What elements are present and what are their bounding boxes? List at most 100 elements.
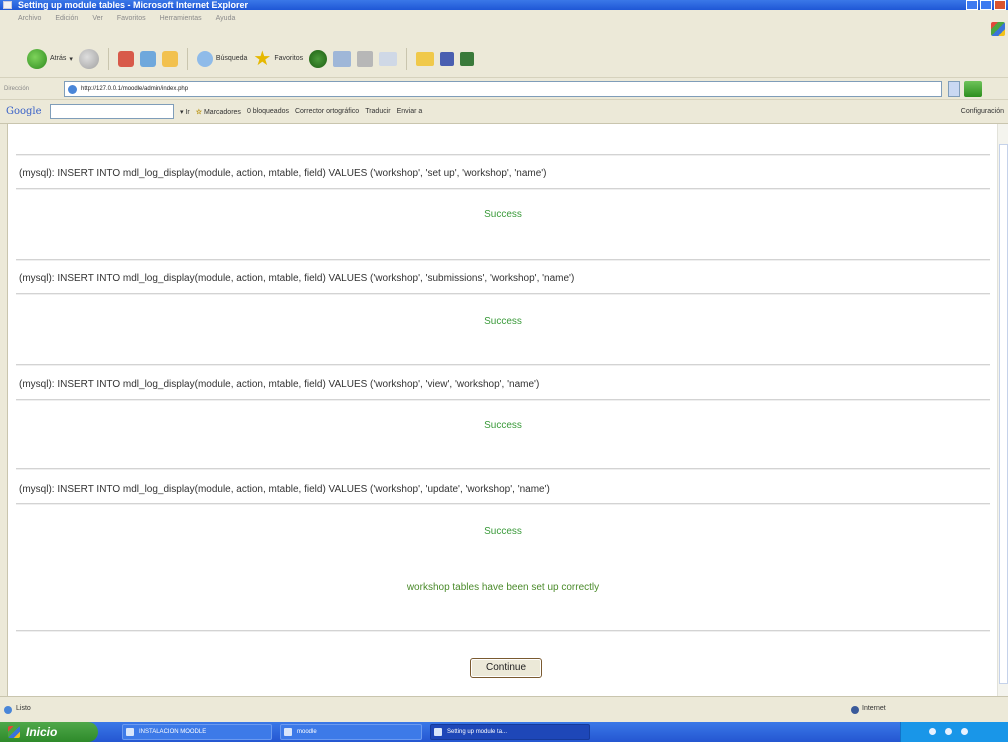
navigation-toolbar: Atrás ▾ Búsqueda ★ Favoritos — [0, 40, 1008, 78]
star-icon: ☆ — [195, 108, 203, 116]
back-arrow-icon — [27, 48, 47, 69]
menu-ver[interactable]: Ver — [92, 15, 103, 40]
address-dropdown-button[interactable] — [948, 80, 960, 97]
tools-button[interactable] — [460, 51, 475, 66]
sql-query-4: (mysql): INSERT INTO mdl_log_display(mod… — [19, 484, 550, 495]
window-controls — [966, 0, 1006, 10]
menu-ayuda[interactable]: Ayuda — [216, 15, 236, 40]
continue-button[interactable]: Continue — [470, 658, 542, 678]
menu-archivo[interactable]: Archivo — [18, 15, 41, 40]
taskbar-item-label: Setting up module ta... — [447, 729, 508, 735]
status-bar: Listo Internet — [0, 696, 1008, 722]
page-status-icon — [4, 706, 12, 714]
divider — [16, 293, 990, 295]
send-to-button[interactable]: Enviar a — [397, 108, 423, 115]
folder-button[interactable] — [416, 51, 435, 66]
ie-icon — [3, 1, 12, 9]
settings-button[interactable]: Configuración — [961, 108, 1008, 115]
start-button[interactable]: Inicio — [0, 722, 98, 742]
google-logo[interactable]: Google — [6, 106, 44, 117]
forward-button[interactable] — [78, 48, 99, 69]
mail-button[interactable] — [333, 50, 352, 67]
menu-bar: Archivo Edición Ver Favoritos Herramient… — [0, 10, 1008, 40]
media-button[interactable] — [309, 49, 328, 68]
sql-query-3: (mysql): INSERT INTO mdl_log_display(mod… — [19, 379, 540, 390]
toolbar-divider — [186, 47, 188, 70]
home-button[interactable] — [161, 50, 178, 67]
toolbar-divider — [107, 47, 109, 70]
sql-query-2: (mysql): INSERT INTO mdl_log_display(mod… — [19, 273, 575, 284]
windows-taskbar: Inicio INSTALACION MOODLE moodle Setting… — [0, 722, 1008, 742]
favorites-button[interactable]: ★ Favoritos — [253, 49, 303, 69]
windows-logo-icon — [991, 22, 1005, 36]
success-message-4: Success — [484, 526, 522, 537]
title-bar: Setting up module tables - Microsoft Int… — [0, 0, 1008, 10]
folder-icon — [284, 728, 292, 736]
divider — [16, 630, 990, 632]
divider — [16, 468, 990, 470]
back-label: Atrás — [50, 55, 67, 62]
success-message-3: Success — [484, 420, 522, 431]
close-button[interactable] — [994, 0, 1006, 10]
taskbar-item-label: moodle — [297, 729, 317, 735]
window-title: Setting up module tables - Microsoft Int… — [18, 0, 249, 10]
menu-edicion[interactable]: Edición — [55, 15, 78, 40]
divider — [16, 364, 990, 366]
address-label: Dirección — [4, 85, 30, 92]
divider — [16, 503, 990, 505]
divider — [16, 399, 990, 401]
address-bar: Dirección http://127.0.0.1/moodle/admin/… — [0, 78, 1008, 100]
divider — [16, 154, 990, 156]
print-button[interactable] — [357, 50, 374, 67]
taskbar-item-instalacion[interactable]: INSTALACION MOODLE — [122, 724, 272, 740]
toolbar-divider — [406, 47, 408, 70]
favorites-label: Favoritos — [274, 55, 304, 62]
go-button[interactable] — [964, 80, 982, 97]
back-button[interactable]: Atrás ▾ — [27, 48, 73, 69]
taskbar-item-moodle[interactable]: moodle — [280, 724, 422, 740]
bookmarks-button[interactable]: ☆ Marcadores — [196, 108, 241, 116]
menu-herramientas[interactable]: Herramientas — [160, 15, 202, 40]
antivirus-icon[interactable] — [961, 728, 968, 735]
divider — [16, 188, 990, 190]
maximize-button[interactable] — [980, 0, 992, 10]
start-label: Inicio — [26, 725, 58, 739]
globe-icon — [851, 706, 859, 714]
sql-query-1: (mysql): INSERT INTO mdl_log_display(mod… — [19, 168, 547, 179]
stop-button[interactable] — [117, 50, 134, 67]
window-icon — [126, 728, 134, 736]
google-search-button[interactable]: ▾ Ir — [180, 108, 190, 116]
google-search-input[interactable] — [50, 104, 174, 119]
scrollbar-thumb[interactable] — [999, 144, 1008, 684]
success-message-2: Success — [484, 316, 522, 327]
menu-favoritos[interactable]: Favoritos — [117, 15, 146, 40]
page-icon — [68, 84, 77, 94]
ie-icon — [434, 728, 442, 736]
search-label: Búsqueda — [215, 55, 248, 62]
search-icon — [196, 50, 213, 67]
search-button[interactable]: Búsqueda — [196, 50, 248, 67]
windows-flag-icon — [8, 726, 20, 738]
system-tray — [900, 722, 1008, 742]
vertical-scrollbar[interactable] — [997, 124, 1008, 696]
translate-button[interactable]: Traducir — [365, 108, 390, 115]
minimize-button[interactable] — [966, 0, 978, 10]
volume-icon[interactable] — [945, 728, 952, 735]
address-input[interactable]: http://127.0.0.1/moodle/admin/index.php — [64, 80, 942, 97]
taskbar-item-setting-up[interactable]: Setting up module ta... — [430, 724, 590, 740]
spellcheck-button[interactable]: Corrector ortográfico — [295, 108, 359, 115]
address-url: http://127.0.0.1/moodle/admin/index.php — [81, 85, 189, 92]
network-icon[interactable] — [929, 728, 936, 735]
browser-window: Setting up module tables - Microsoft Int… — [0, 0, 1008, 742]
messenger-button[interactable] — [440, 51, 455, 66]
page-content: (mysql): INSERT INTO mdl_log_display(mod… — [7, 124, 997, 696]
edit-button[interactable] — [379, 51, 398, 66]
security-zone: Internet — [862, 705, 886, 712]
refresh-button[interactable] — [139, 50, 156, 67]
setup-complete-message: workshop tables have been set up correct… — [406, 582, 600, 593]
popup-blocker-button[interactable]: 0 bloqueados — [247, 108, 289, 115]
divider — [16, 259, 990, 261]
star-icon: ★ — [253, 47, 272, 70]
google-toolbar: Google ▾ Ir ☆ Marcadores 0 bloqueados Co… — [0, 100, 1008, 124]
status-text: Listo — [16, 705, 31, 712]
